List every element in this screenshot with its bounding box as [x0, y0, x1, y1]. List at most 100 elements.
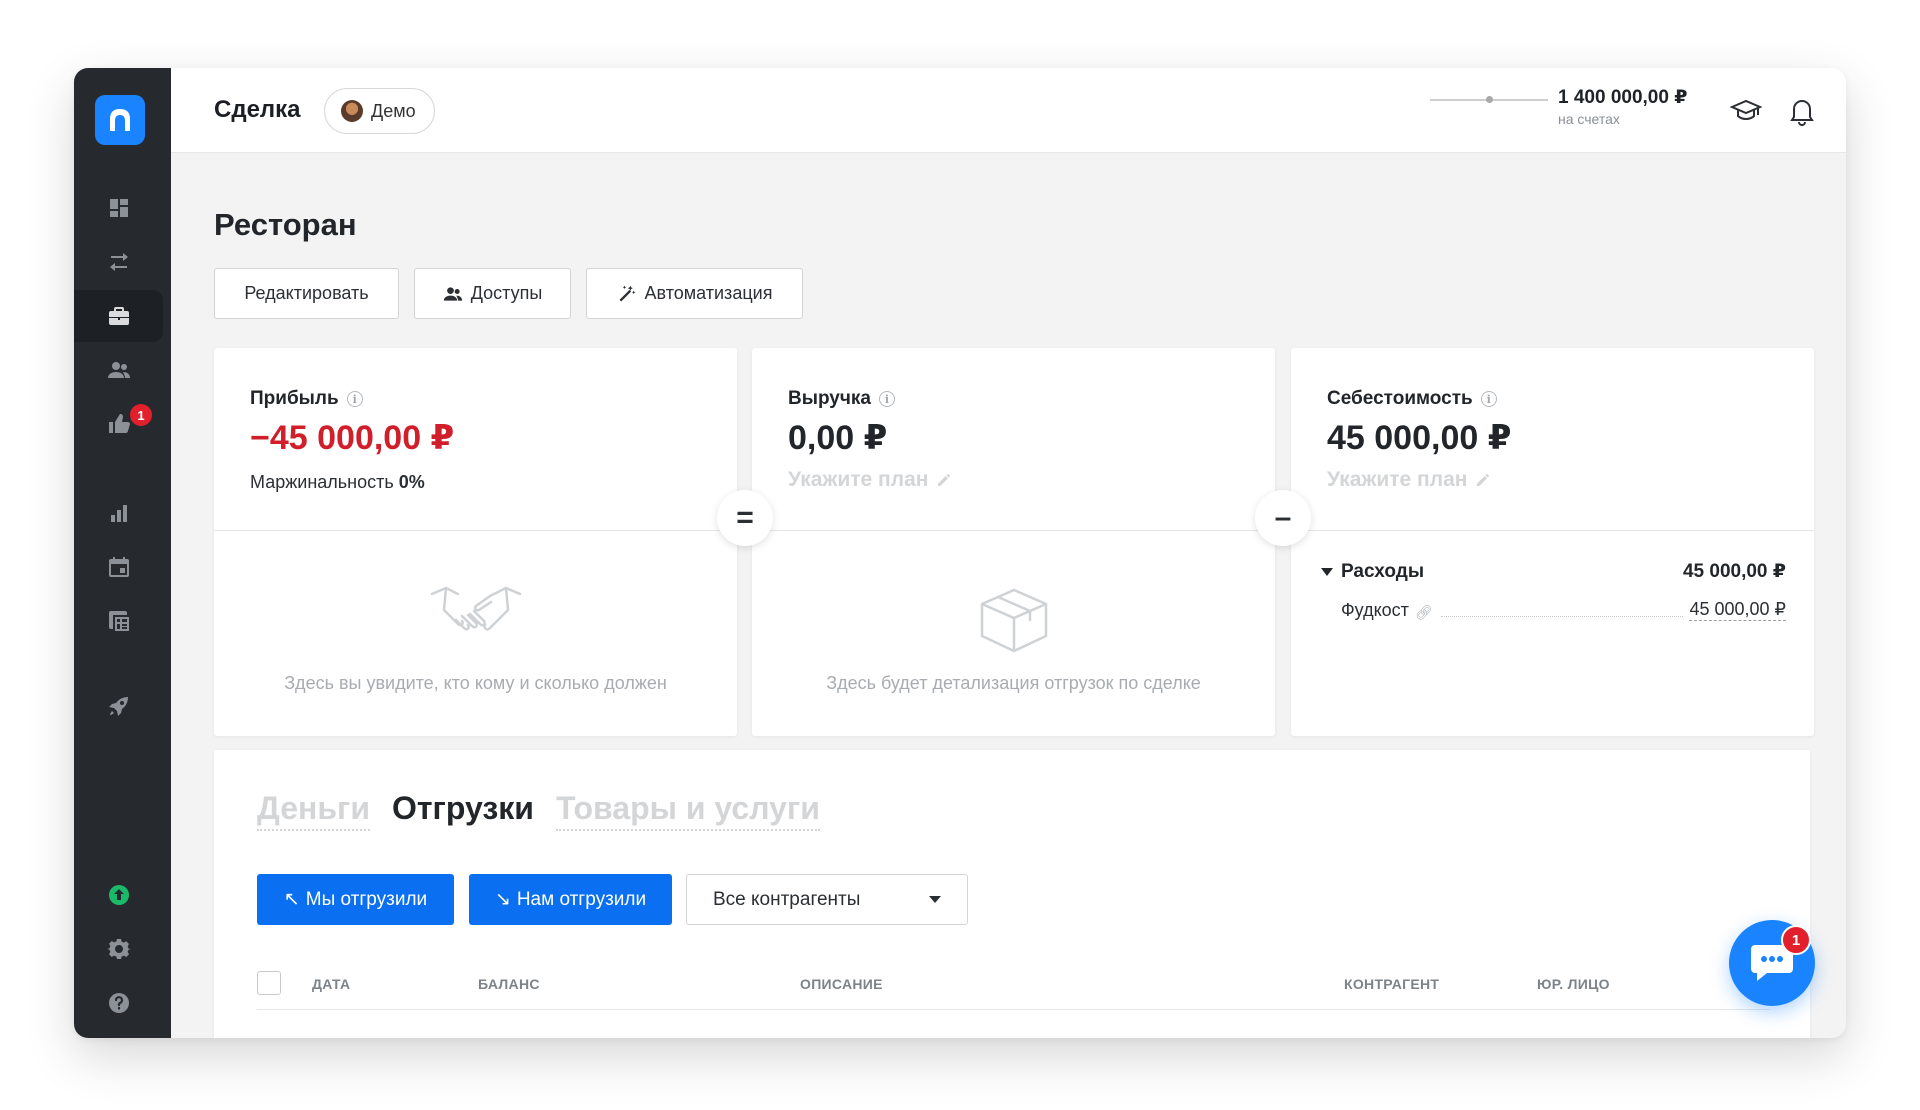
access-button[interactable]: Доступы [414, 268, 571, 319]
calendar-icon [108, 557, 129, 577]
collapse-triangle-icon[interactable] [1321, 567, 1333, 576]
profit-card: Прибыль i −45 000,00 ₽ Маржинальность 0% [214, 348, 737, 736]
bell-icon [1790, 100, 1814, 126]
margin-text: Маржинальность 0% [250, 472, 425, 492]
column-description[interactable]: ОПИСАНИЕ [800, 976, 883, 992]
link-icon[interactable]: 🔗︎ [1415, 604, 1433, 621]
info-icon[interactable]: i [346, 391, 363, 407]
revenue-card: Выручка i 0,00 ₽ Укажите план Здесь буде… [752, 348, 1275, 736]
column-legal-entity[interactable]: ЮР. ЛИЦО [1537, 976, 1610, 992]
sidebar-item-upgrade[interactable] [74, 869, 163, 921]
help-icon [108, 993, 129, 1013]
expenses-total: 45 000,00 ₽ [1682, 561, 1786, 582]
info-icon[interactable]: i [1480, 391, 1497, 407]
expenses-row[interactable]: Расходы 45 000,00 ₽ [1321, 560, 1786, 583]
counterparty-select-value: Все контрагенты [713, 888, 861, 910]
profit-empty-text: Здесь вы увидите, кто кому и сколько дол… [284, 673, 667, 693]
profit-label: Прибыль i [250, 388, 363, 410]
select-all-checkbox[interactable] [257, 971, 281, 995]
cost-plan-link[interactable]: Укажите план [1327, 468, 1491, 492]
margin-value: 0% [398, 472, 425, 492]
sidebar-item-deals[interactable] [74, 290, 163, 342]
magic-wand-icon [619, 285, 635, 301]
expenses-label: Расходы [1341, 560, 1425, 582]
learning-button[interactable] [1728, 93, 1764, 129]
notifications-button[interactable] [1784, 93, 1820, 129]
column-counterparty[interactable]: КОНТРАГЕНТ [1344, 976, 1439, 992]
revenue-plan-link[interactable]: Укажите план [788, 468, 952, 492]
cost-label: Себестоимость i [1327, 388, 1497, 410]
chevron-down-icon [929, 896, 941, 903]
edit-button-label: Редактировать [244, 283, 369, 303]
sidebar-item-settings[interactable] [74, 923, 163, 975]
arrow-up-circle-icon [108, 885, 129, 905]
demo-button[interactable]: Демо [324, 88, 435, 134]
expense-item-name: Фудкост [1341, 600, 1409, 620]
cost-card: Себестоимость i 45 000,00 ₽ Укажите план… [1291, 348, 1814, 736]
table-header: ДАТА БАЛАНС ОПИСАНИЕ КОНТРАГЕНТ ЮР. ЛИЦО [257, 960, 1770, 1010]
briefcase-icon [108, 307, 129, 325]
page-title: Ресторан [214, 207, 357, 242]
automation-button[interactable]: Автоматизация [586, 268, 803, 319]
rocket-icon [108, 697, 128, 716]
balance-caption: на счетах [1558, 111, 1620, 127]
tab-goods-services[interactable]: Товары и услуги [555, 790, 820, 831]
app-window: 1 Сделка Демо 1 400 000,00 ₽ на счетах Р… [74, 68, 1846, 1038]
sidebar-item-approvals[interactable]: 1 [74, 398, 163, 450]
top-bar: Сделка Демо 1 400 000,00 ₽ на счетах [171, 68, 1846, 153]
sidebar-item-transactions[interactable] [74, 236, 163, 288]
sidebar-item-help[interactable] [74, 977, 163, 1029]
gear-icon [106, 939, 131, 959]
we-shipped-button[interactable]: ↖ Мы отгрузили [257, 874, 454, 925]
thumbs-up-icon [108, 414, 130, 433]
transfer-icon [109, 253, 128, 271]
logo-icon [110, 109, 130, 131]
dashboard-icon [109, 199, 128, 217]
edit-button[interactable]: Редактировать [214, 268, 399, 319]
app-logo[interactable] [95, 95, 145, 145]
calculator-icon [108, 611, 129, 631]
tab-shipments[interactable]: Отгрузки [392, 790, 534, 831]
cost-value: 45 000,00 ₽ [1327, 419, 1512, 457]
operations-panel: Деньги Отгрузки Товары и услуги ↖ Мы отг… [214, 750, 1810, 1038]
expense-item-amount[interactable]: 45 000,00 ₽ [1689, 599, 1786, 621]
revenue-value: 0,00 ₽ [788, 419, 888, 457]
shipped-to-us-button[interactable]: ↘ Нам отгрузили [469, 874, 672, 925]
tab-money[interactable]: Деньги [257, 790, 370, 831]
sidebar-item-contacts[interactable] [74, 344, 163, 396]
users-icon [107, 362, 130, 378]
bar-chart-icon [110, 505, 127, 522]
column-date[interactable]: ДАТА [312, 976, 350, 992]
sidebar-item-calculator[interactable] [74, 595, 163, 647]
section-title: Сделка [214, 96, 301, 123]
revenue-empty-text: Здесь будет детализация отгрузок по сдел… [826, 673, 1201, 693]
sidebar-item-dashboard[interactable] [74, 182, 163, 234]
demo-label: Демо [371, 100, 416, 121]
main-content: Ресторан Редактировать Доступы Автоматиз… [171, 153, 1846, 1038]
balance-sparkline [1430, 92, 1548, 108]
graduation-cap-icon [1730, 99, 1762, 121]
automation-button-label: Автоматизация [644, 283, 773, 303]
demo-avatar-icon [341, 100, 363, 122]
notification-badge: 1 [130, 404, 152, 426]
users-icon [443, 286, 462, 301]
handshake-icon [430, 586, 521, 631]
pencil-icon [1477, 474, 1490, 486]
equals-operator: = [717, 490, 773, 546]
counterparty-select[interactable]: Все контрагенты [686, 874, 968, 925]
sidebar-item-onboarding[interactable] [74, 680, 163, 732]
minus-operator: – [1255, 490, 1311, 546]
arrow-up-left-icon: ↖ [283, 889, 300, 910]
sidebar: 1 [74, 68, 171, 1038]
sidebar-item-calendar[interactable] [74, 541, 163, 593]
balance-amount[interactable]: 1 400 000,00 ₽ [1558, 86, 1687, 109]
expense-item-row[interactable]: Фудкост 🔗︎ 45 000,00 ₽ [1341, 599, 1786, 621]
access-button-label: Доступы [470, 283, 543, 303]
box-icon [980, 588, 1047, 653]
revenue-label: Выручка i [788, 388, 895, 410]
info-icon[interactable]: i [878, 391, 895, 407]
chat-notification-badge: 1 [1781, 925, 1811, 955]
pencil-icon [938, 474, 951, 486]
column-balance[interactable]: БАЛАНС [478, 976, 540, 992]
sidebar-item-reports[interactable] [74, 487, 163, 539]
